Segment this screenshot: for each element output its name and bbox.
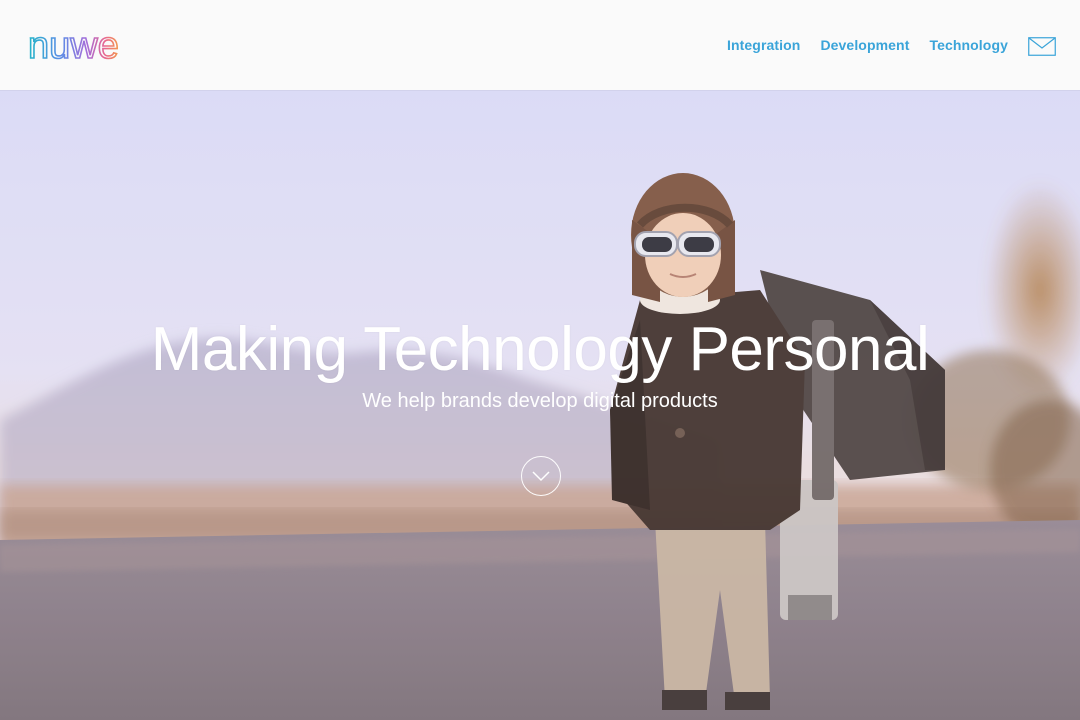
site-header: nuwe Integration Development Technology — [0, 0, 1080, 90]
logo-text: nuwe — [28, 26, 119, 66]
scroll-down-button[interactable] — [521, 456, 561, 496]
hero-subtitle: We help brands develop digital products — [362, 390, 718, 412]
chevron-down-icon — [532, 471, 550, 482]
nav-link-development[interactable]: Development — [820, 37, 909, 53]
nav-link-integration[interactable]: Integration — [727, 37, 800, 53]
mail-icon[interactable] — [1028, 37, 1056, 56]
page: nuwe Integration Development Technology — [0, 0, 1080, 720]
hero-title: Making Technology Personal — [150, 315, 930, 384]
nuwe-logo[interactable]: nuwe — [28, 26, 140, 66]
main-nav: Integration Development Technology — [727, 0, 1008, 90]
nav-link-technology[interactable]: Technology — [929, 37, 1008, 53]
hero-section: Making Technology Personal We help brand… — [0, 90, 1080, 720]
